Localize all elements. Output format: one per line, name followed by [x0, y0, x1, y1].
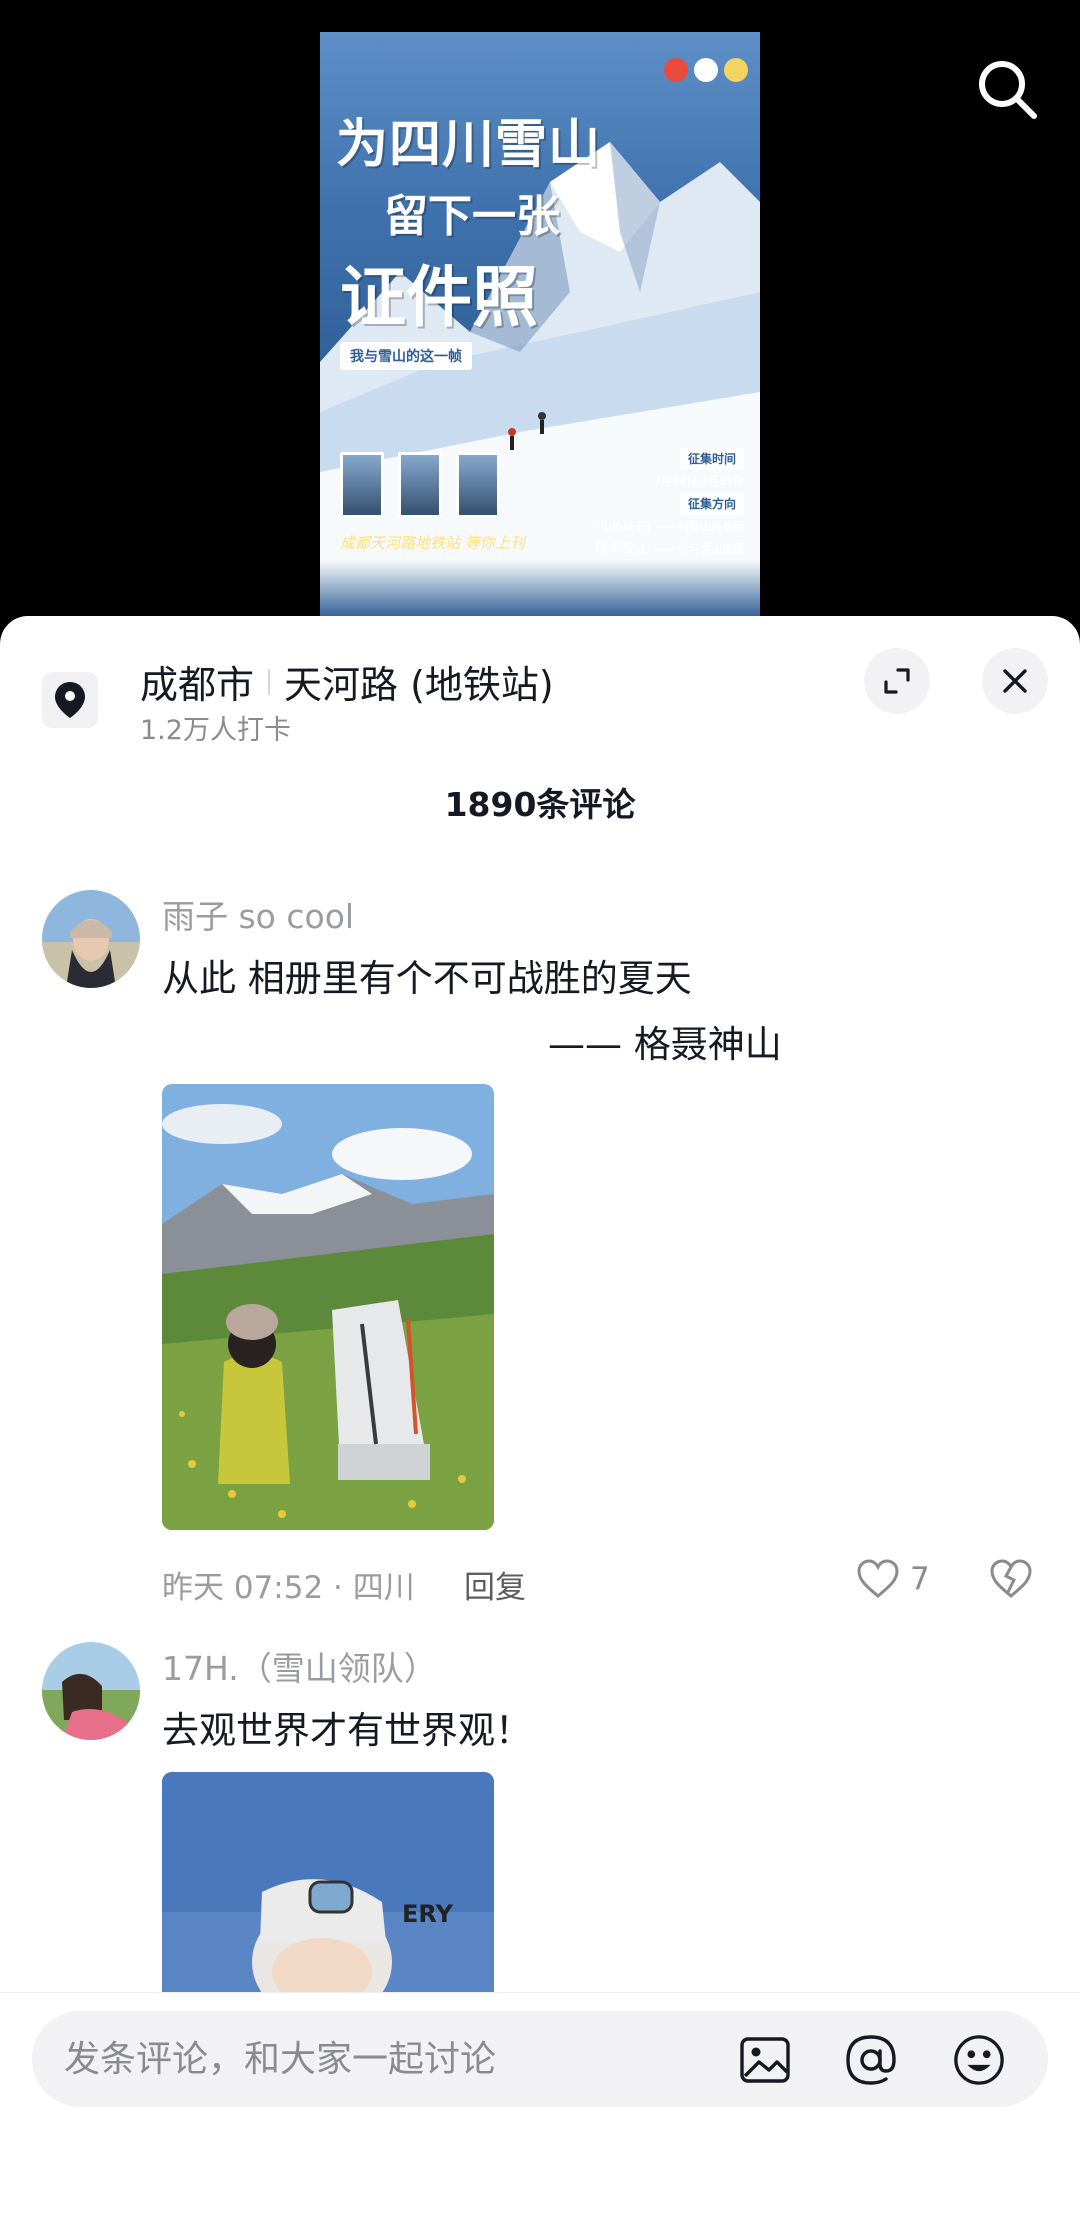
- search-icon: [979, 61, 1037, 119]
- comment-text: 去观世界才有世界观！: [162, 1709, 532, 1752]
- comment-text: 从此 相册里有个不可战胜的夏天: [162, 957, 692, 1000]
- comment-item: 雨子 so cool 从此 相册里有个不可战胜的夏天 —— 格聂神山 昨天 07…: [0, 886, 1080, 1746]
- poster-info-direction: 「山的样子」——纯雪山风景照: [590, 520, 744, 533]
- poster-tag: 我与雪山的这一帧: [340, 342, 472, 370]
- comment-input-bar: [0, 1992, 1080, 2214]
- mention-button[interactable]: [844, 2033, 898, 2087]
- comment-username[interactable]: 17H.（雪山领队）: [162, 1642, 437, 1690]
- poster-signature: 成都天河路地铁站 等你上刊: [340, 534, 525, 552]
- poster-thumbnails: [340, 452, 500, 518]
- expand-icon: [884, 668, 910, 694]
- poster-title-line3: 证件照: [340, 258, 538, 336]
- location-header[interactable]: 成都市 天河路 (地铁站) 1.2万人打卡: [0, 616, 1080, 766]
- location-title[interactable]: 成都市 天河路 (地铁站): [140, 654, 554, 709]
- broken-heart-icon: [990, 1559, 1032, 1598]
- comments-sheet: 成都市 天河路 (地铁站) 1.2万人打卡 1890条评论 雨子 so cool…: [0, 616, 1080, 2214]
- expand-button[interactable]: [864, 648, 930, 714]
- emoji-icon: [954, 2035, 1004, 2085]
- poster-info-date: 7月24日-7月31日: [654, 475, 744, 488]
- like-count: 7: [910, 1561, 930, 1597]
- avatar[interactable]: [42, 1642, 140, 1740]
- at-icon: [846, 2035, 896, 2085]
- image-button[interactable]: [738, 2033, 792, 2087]
- close-button[interactable]: [982, 648, 1048, 714]
- comment-photo[interactable]: [162, 1084, 494, 1530]
- emoji-button[interactable]: [952, 2033, 1006, 2087]
- avatar[interactable]: [42, 890, 140, 988]
- comment-count: 1890条评论: [444, 785, 636, 824]
- location-city: 成都市: [140, 663, 255, 707]
- comment-item: 17H.（雪山领队） 去观世界才有世界观！ ERY: [0, 1642, 1080, 2072]
- comment-username[interactable]: 雨子 so cool: [162, 890, 354, 938]
- comment-input-box[interactable]: [32, 2011, 1048, 2107]
- comment-meta: 昨天 07:52 · 四川: [162, 1570, 415, 1606]
- image-icon: [740, 2037, 790, 2083]
- poster-info-direction: 「你和雪山」——你与雪山合照: [590, 542, 744, 555]
- close-icon: [1003, 669, 1027, 693]
- location-place: 天河路 (地铁站): [284, 663, 554, 707]
- comment-input[interactable]: [64, 2011, 724, 2107]
- poster-info-label: 征集方向: [679, 493, 744, 515]
- location-pin-icon: [42, 672, 98, 728]
- dislike-button[interactable]: [988, 1558, 1034, 1604]
- search-button[interactable]: [972, 54, 1042, 124]
- poster-title-line2: 留下一张: [384, 191, 560, 242]
- poster-info: 征集时间 7月24日-7月31日 征集方向 「山的样子」——纯雪山风景照 「你和…: [590, 448, 744, 560]
- reply-button[interactable]: 回复: [464, 1562, 526, 1607]
- poster-title-line1: 为四川雪山: [336, 114, 602, 175]
- like-button[interactable]: 7: [856, 1558, 930, 1600]
- location-checkins: 1.2万人打卡: [140, 715, 291, 746]
- poster-logos: [664, 58, 748, 82]
- svg-text:ERY: ERY: [402, 1900, 454, 1928]
- poster-info-label: 征集时间: [679, 448, 744, 470]
- heart-icon: [857, 1559, 899, 1598]
- video-area[interactable]: 为四川雪山 留下一张 证件照 我与雪山的这一帧 征集时间 7月24日-7月31日…: [0, 0, 1080, 640]
- poster-image: 为四川雪山 留下一张 证件照 我与雪山的这一帧 征集时间 7月24日-7月31日…: [320, 32, 760, 620]
- comment-text-signature: —— 格聂神山: [548, 1023, 782, 1066]
